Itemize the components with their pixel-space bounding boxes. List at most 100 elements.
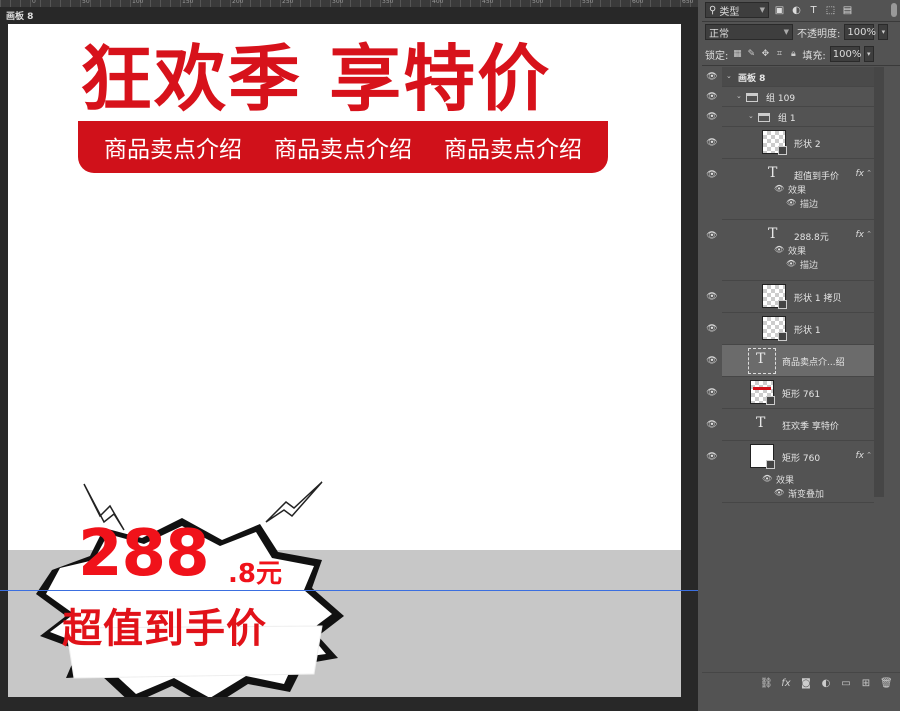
visibility-eye-icon[interactable]: 👁︎ (706, 137, 718, 149)
chevron-down-icon[interactable]: ⌄ (748, 112, 754, 120)
visibility-eye-icon[interactable]: 👁︎ (706, 419, 718, 431)
layer-shape-1-copy[interactable]: 👁︎ 形状 1 拷贝 (706, 281, 874, 313)
effects-label: 效果 (788, 247, 807, 257)
fx-menu-icon[interactable]: fx (780, 678, 792, 689)
blend-mode-value: 正常 (709, 28, 729, 40)
chevron-up-icon[interactable]: ⌃ (866, 451, 872, 459)
visibility-eye-icon[interactable]: 👁︎ (706, 451, 718, 463)
layer-rect-761[interactable]: 👁︎ 矩形 761 (706, 377, 874, 409)
effect-eye-icon[interactable]: 👁︎ (774, 488, 784, 497)
chevron-up-icon[interactable]: ⌃ (866, 230, 872, 238)
visibility-eye-icon[interactable]: 👁︎ (706, 111, 718, 123)
ruler-tick-label: 100 (132, 0, 144, 5)
ruler-tick-label: 500 (532, 0, 544, 5)
headline-text: 狂欢季 享特价 (80, 36, 552, 121)
layer-text-headline[interactable]: 👁︎ T 狂欢季 享特价 (706, 409, 874, 441)
layer-rect-760[interactable]: 👁︎ 矩形 760 fx ⌃ 👁︎ 效果 👁︎ 渐变叠加 (706, 441, 874, 503)
lock-artboard-icon[interactable]: ⌗ (774, 49, 784, 59)
visibility-eye-icon[interactable]: 👁︎ (706, 91, 718, 103)
new-group-icon[interactable]: ▭ (840, 678, 852, 689)
effect-eye-icon[interactable]: 👁︎ (786, 259, 796, 268)
pixel-filter-icon[interactable]: ▣ (773, 4, 786, 17)
layer-thumbnail (762, 284, 787, 309)
new-layer-icon[interactable]: ⊞ (860, 678, 872, 689)
ruler-tick-label: 650 (682, 0, 694, 5)
layer-text-price-label[interactable]: 👁︎ T 超值到手价 fx ⌃ 👁︎ 效果 👁︎ 描边 (706, 159, 874, 220)
visibility-eye-icon[interactable]: 👁︎ (706, 291, 718, 303)
stroke-effect-label: 描边 (800, 200, 819, 210)
smart-object-filter-icon[interactable]: ▤ (841, 4, 854, 17)
effect-eye-icon[interactable]: 👁︎ (762, 474, 772, 483)
opacity-input[interactable]: 100% (844, 24, 876, 40)
chevron-up-icon[interactable]: ⌃ (866, 169, 872, 177)
ruler-tick-label: 450 (482, 0, 494, 5)
ruler-tick-label: 550 (582, 0, 594, 5)
chevron-down-icon[interactable]: ⌄ (726, 72, 732, 80)
shape-filter-icon[interactable]: ⬚ (824, 4, 837, 17)
layers-scrollbar[interactable] (874, 67, 884, 497)
effect-eye-icon[interactable]: 👁︎ (774, 245, 784, 254)
ruler-tick-label: 150 (182, 0, 194, 5)
link-layers-icon[interactable]: ⛓︎ (760, 678, 773, 689)
visibility-eye-icon[interactable]: 👁︎ (706, 230, 718, 242)
opacity-dropdown-icon[interactable]: ▾ (878, 24, 889, 40)
visibility-eye-icon[interactable]: 👁︎ (706, 71, 718, 83)
add-mask-icon[interactable]: ◙ (800, 678, 812, 689)
artboard-label[interactable]: 画板 8 (6, 9, 33, 22)
type-filter-icon[interactable]: T (807, 4, 820, 17)
visibility-eye-icon[interactable]: 👁︎ (706, 387, 718, 399)
lock-position-icon[interactable]: ✥ (760, 49, 770, 59)
layer-group-109[interactable]: 👁︎ ⌄ 组 109 (706, 87, 874, 107)
price-main: 288 (78, 517, 210, 591)
folder-icon (758, 113, 770, 122)
artboard[interactable]: 狂欢季 享特价 商品卖点介绍 商品卖点介绍 商品卖点介绍 288 .8元 超值到… (8, 24, 681, 697)
blend-row: 正常 ▼ 不透明度: 100% ▾ (702, 23, 900, 41)
filter-kind-value: 类型 (719, 6, 740, 18)
chevron-down-icon[interactable]: ⌄ (736, 92, 742, 100)
adjustment-layer-icon[interactable]: ◐ (820, 678, 832, 689)
ruler-tick-label: 300 (332, 0, 344, 5)
visibility-eye-icon[interactable]: 👁︎ (706, 355, 718, 367)
adjustment-filter-icon[interactable]: ◐ (790, 4, 803, 17)
filter-kind-select[interactable]: ⚲ 类型 ▼ (705, 2, 769, 18)
horizontal-ruler[interactable]: 0 50 100 150 200 250 300 350 400 450 500 550 600 650 (0, 0, 700, 7)
fx-icon[interactable]: fx (856, 451, 865, 461)
effect-eye-icon[interactable]: 👁︎ (774, 184, 784, 193)
price-decimal: .8元 (228, 559, 282, 589)
photoshop-window: { "canvas": { "artboard_label": "画板 8", … (0, 0, 900, 711)
selling-point-1: 商品卖点介绍 (104, 137, 242, 163)
layer-shape-2[interactable]: 👁︎ 形状 2 (706, 127, 874, 159)
visibility-eye-icon[interactable]: 👁︎ (706, 169, 718, 181)
filter-toggle[interactable] (891, 3, 897, 17)
lock-transparency-icon[interactable]: ▦ (732, 49, 742, 59)
blend-mode-select[interactable]: 正常 ▼ (705, 24, 793, 40)
layer-group-1[interactable]: 👁︎ ⌄ 组 1 (706, 107, 874, 127)
type-layer-icon: T (768, 165, 778, 181)
effect-eye-icon[interactable]: 👁︎ (786, 198, 796, 207)
ruler-tick-label: 400 (432, 0, 444, 5)
fill-dropdown-icon[interactable]: ▾ (863, 46, 874, 62)
layer-shape-1[interactable]: 👁︎ 形状 1 (706, 313, 874, 345)
chevron-down-icon: ▼ (759, 6, 765, 14)
fill-input[interactable]: 100% (829, 46, 861, 62)
fx-icon[interactable]: fx (856, 169, 865, 179)
chevron-down-icon: ▼ (783, 28, 789, 36)
ruler-tick-label: 0 (32, 0, 36, 5)
divider (702, 21, 900, 22)
search-icon: ⚲ (709, 4, 717, 16)
layers-footer-toolbar: ⛓︎ fx ◙ ◐ ▭ ⊞ 🗑︎ (702, 672, 900, 694)
gradient-overlay-label: 渐变叠加 (788, 490, 825, 500)
lock-paint-icon[interactable]: ✎ (746, 49, 756, 59)
lock-row: 锁定: ▦ ✎ ✥ ⌗ 🔒︎ 填充: 100% ▾ (702, 45, 900, 63)
visibility-eye-icon[interactable]: 👁︎ (706, 323, 718, 335)
layer-name: 画板 8 (738, 74, 766, 84)
trash-icon[interactable]: 🗑︎ (880, 678, 893, 689)
lock-all-icon[interactable]: 🔒︎ (788, 49, 798, 59)
layer-text-selling-points[interactable]: 👁︎ T 商品卖点介...绍 (706, 345, 874, 377)
fx-icon[interactable]: fx (856, 230, 865, 240)
horizontal-guide-line[interactable] (0, 590, 700, 591)
layer-text-price[interactable]: 👁︎ T 288.8元 fx ⌃ 👁︎ 效果 👁︎ 描边 (706, 220, 874, 281)
layer-name: 组 109 (766, 94, 796, 104)
lock-label: 锁定: (705, 50, 729, 62)
layer-artboard[interactable]: 👁︎ ⌄ 画板 8 (706, 67, 874, 87)
